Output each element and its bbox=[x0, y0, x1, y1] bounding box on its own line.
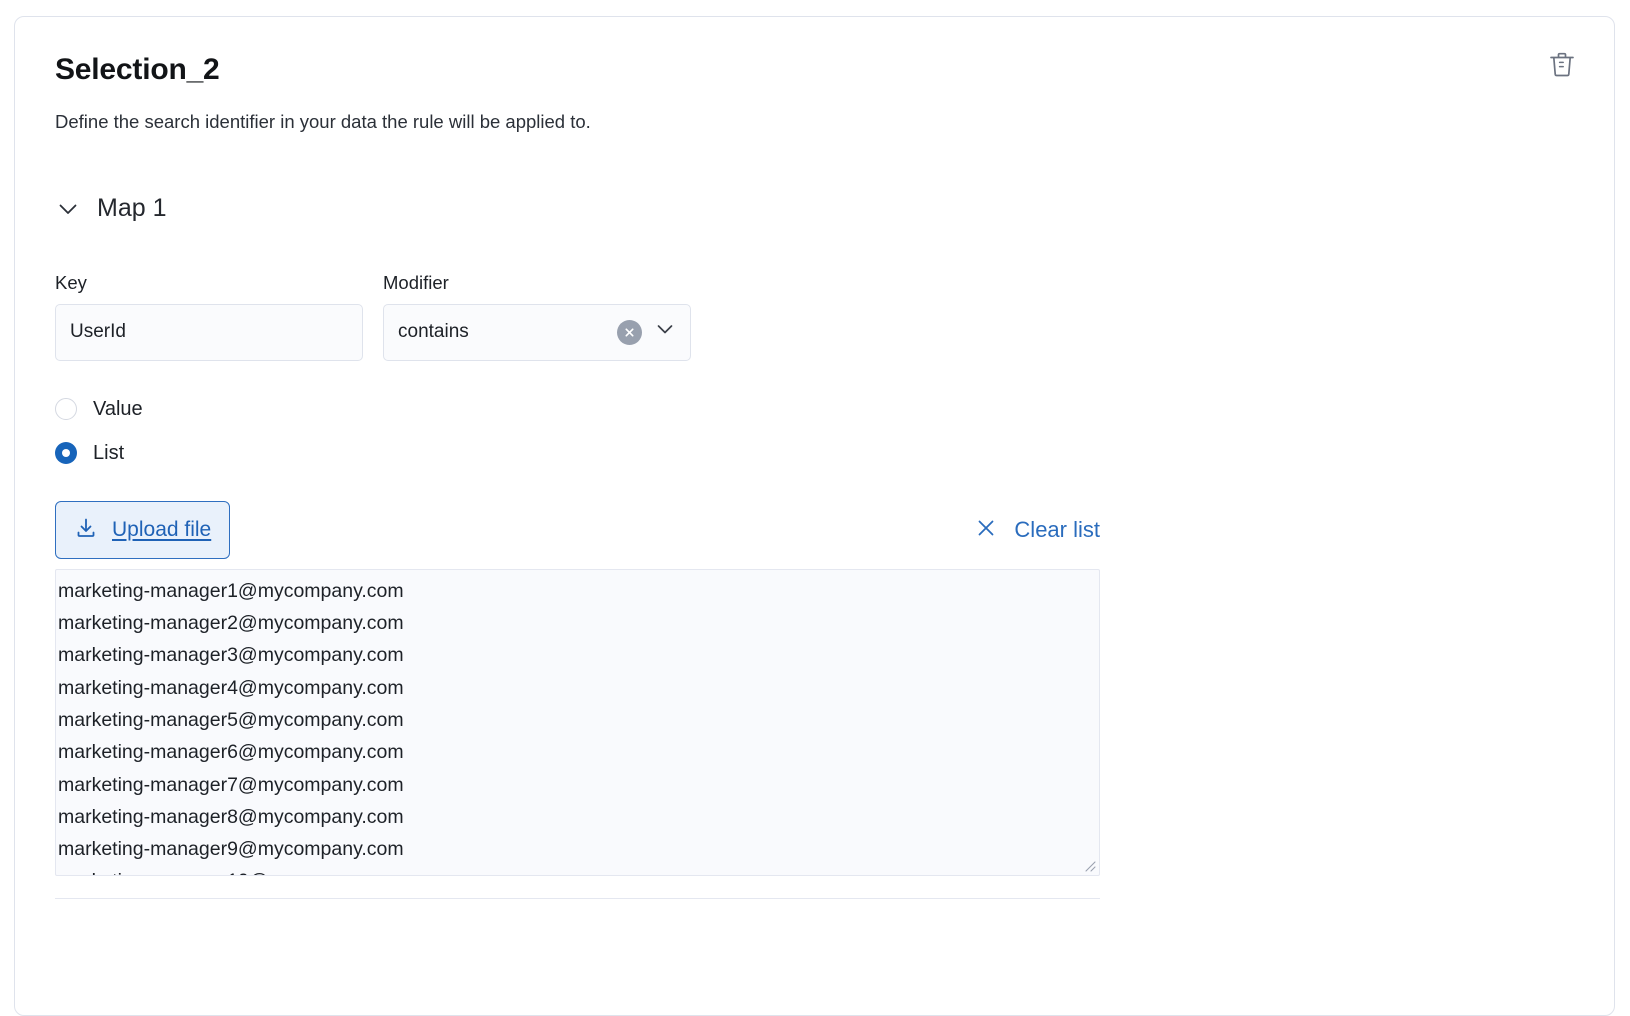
chevron-down-icon bbox=[55, 196, 81, 222]
clear-list-label: Clear list bbox=[1014, 516, 1100, 542]
selection-card: Selection_2 Define the search identifier… bbox=[14, 16, 1615, 1016]
list-item: marketing-manager5@mycompany.com bbox=[58, 708, 404, 731]
clear-list-button[interactable]: Clear list bbox=[974, 516, 1100, 543]
key-field-wrapper: Key UserId bbox=[55, 272, 363, 361]
card-body: Map 1 Key UserId Modifier contains Value… bbox=[15, 196, 1614, 899]
list-item: marketing-manager7@mycompany.com bbox=[58, 773, 404, 796]
list-item: marketing-manager1@mycompany.com bbox=[58, 579, 404, 602]
list-item: marketing-manager10@mycompany.com bbox=[56, 865, 1099, 874]
list-values-textarea[interactable]: marketing-manager1@mycompany.com marketi… bbox=[55, 568, 1100, 876]
key-input[interactable]: UserId bbox=[55, 303, 363, 361]
list-item: marketing-manager8@mycompany.com bbox=[58, 805, 404, 828]
list-item: marketing-manager6@mycompany.com bbox=[58, 741, 404, 764]
card-header: Selection_2 Define the search identifier… bbox=[15, 17, 1614, 134]
modifier-select[interactable]: contains bbox=[383, 303, 691, 361]
list-actions-bar: Upload file Clear list bbox=[55, 500, 1100, 559]
radio-option-value[interactable]: Value bbox=[55, 387, 143, 431]
key-field-label: Key bbox=[55, 271, 87, 293]
list-item: marketing-manager2@mycompany.com bbox=[58, 612, 404, 635]
modifier-select-tools bbox=[617, 318, 676, 346]
delete-selection-button[interactable] bbox=[1540, 43, 1584, 87]
source-type-radio-group: Value List bbox=[55, 387, 1574, 475]
modifier-field-wrapper: Modifier contains bbox=[383, 272, 691, 361]
list-item: marketing-manager9@mycompany.com bbox=[58, 838, 404, 861]
radio-circle-list[interactable] bbox=[55, 441, 77, 464]
map-section-toggle[interactable]: Map 1 bbox=[55, 196, 166, 222]
page-title: Selection_2 bbox=[55, 53, 220, 86]
circle-x-icon[interactable] bbox=[617, 319, 642, 345]
radio-label-list: List bbox=[93, 441, 125, 464]
radio-label-value: Value bbox=[93, 397, 143, 420]
card-description: Define the search identifier in your dat… bbox=[55, 110, 591, 132]
download-icon bbox=[74, 516, 98, 543]
modifier-field-label: Modifier bbox=[383, 271, 449, 293]
chevron-down-icon[interactable] bbox=[654, 318, 676, 346]
list-item: marketing-manager3@mycompany.com bbox=[58, 644, 404, 667]
map-section-label: Map 1 bbox=[97, 194, 167, 223]
key-input-value: UserId bbox=[70, 321, 126, 343]
list-item: marketing-manager4@mycompany.com bbox=[58, 676, 404, 699]
section-divider bbox=[55, 897, 1100, 899]
close-x-icon bbox=[974, 516, 998, 543]
radio-option-list[interactable]: List bbox=[55, 431, 124, 475]
modifier-select-value: contains bbox=[398, 321, 469, 343]
radio-circle-value[interactable] bbox=[55, 397, 77, 420]
trash-icon bbox=[1549, 50, 1575, 81]
upload-file-label: Upload file bbox=[112, 517, 212, 541]
field-group: Key UserId Modifier contains bbox=[55, 272, 1574, 361]
upload-file-button[interactable]: Upload file bbox=[55, 500, 231, 559]
